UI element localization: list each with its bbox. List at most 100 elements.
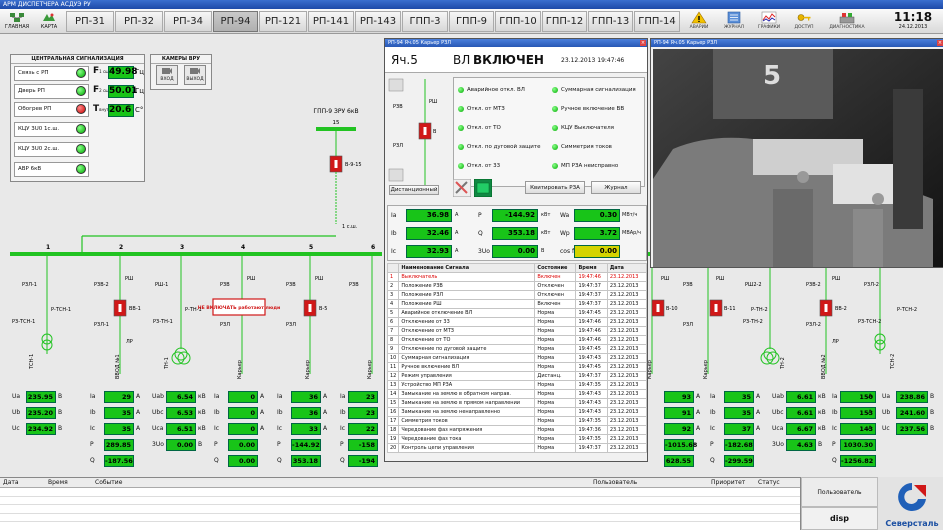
- log-col-status[interactable]: Статус: [758, 478, 780, 488]
- table-row[interactable]: 14 Замыкание на землю в обратном направ. Н…: [386, 389, 648, 399]
- tab-rp-94[interactable]: РП-94: [213, 11, 258, 32]
- table-row[interactable]: 15 Замыкание на землю в прямом направлени…: [386, 398, 648, 408]
- close-icon[interactable]: ×: [640, 40, 646, 46]
- tab-gpp-14[interactable]: ГПП-14: [634, 11, 680, 32]
- signal-table-column[interactable]: Состояние: [534, 263, 577, 273]
- protection-item: Откл. от МТЗ: [458, 105, 548, 113]
- measure-value: 6.51: [166, 423, 196, 435]
- tool-access[interactable]: ДОСТУП: [787, 10, 821, 33]
- protection-label: КЦУ Выключателя: [561, 125, 614, 131]
- camera-icon[interactable]: [388, 168, 404, 182]
- event-log: Дата Время Событие Пользователь Приорите…: [0, 477, 800, 530]
- label: Р-ТСН-2: [897, 307, 917, 313]
- label: РЗ-ТСН-2: [858, 319, 881, 325]
- measure-row: Uab 6.61 кВ: [770, 391, 828, 404]
- protection-item: Откл. от 33: [458, 162, 548, 170]
- table-row[interactable]: 17 Симметрия токов Норма 19:47:35 23.12.2013: [386, 416, 648, 426]
- measure-label: Ua: [12, 393, 21, 400]
- protection-item: МП РЗА неисправно: [552, 162, 644, 170]
- tab-gpp-13[interactable]: ГПП-13: [588, 11, 633, 32]
- table-cell: Норма: [534, 443, 577, 453]
- table-row[interactable]: 5 Аварийное отключение ВЛ Норма 19:47:45 23.…: [386, 308, 648, 318]
- tab-gpp-3[interactable]: ГПП-3: [402, 11, 448, 32]
- table-row[interactable]: 13 Устройство МП РЗА Норма 19:47:35 23.12.20…: [386, 380, 648, 390]
- cell-5-feeder: РЗВ РШ В-5 РЗЛ Карьер: [286, 256, 327, 379]
- camera-cell-digit: 5: [763, 61, 781, 91]
- measure-label: Q: [478, 230, 483, 237]
- acknowledge-button[interactable]: Квитировать РЗА: [525, 181, 585, 194]
- cell-window: РП-94 Яч.05 Карьер РЗЛ × Яч.5 ВЛ ВКЛЮЧЕН …: [384, 38, 648, 462]
- tab-rp-121[interactable]: РП-121: [259, 11, 307, 32]
- label: РШ: [315, 276, 323, 282]
- table-row[interactable]: 6 Отключение от 33 Норма 19:47:46 23.12.2013: [386, 317, 648, 327]
- tool-diagnostics[interactable]: ДИАГНОСТИКА: [824, 10, 870, 33]
- mode-remote-button[interactable]: Дистанционный: [389, 185, 439, 195]
- table-row[interactable]: 2 Положение РЗВ Отключен 19:47:37 23.12.2013: [386, 281, 648, 291]
- log-col-priority[interactable]: Приоритет: [711, 478, 745, 488]
- signal-table-column[interactable]: Дата: [606, 263, 648, 273]
- measure-value: 0.00: [228, 455, 258, 467]
- clock: 11:18 24.12.2013: [885, 10, 941, 33]
- tab-gpp-12[interactable]: ГПП-12: [542, 11, 587, 32]
- tool-journal[interactable]: ЖУРНАЛ: [717, 10, 751, 33]
- cell-10-feeder: РШ В-10 Карьер: [647, 256, 678, 379]
- tab-rp-31[interactable]: РП-31: [66, 11, 114, 32]
- measure-row: Ia 36 А: [275, 391, 333, 404]
- tab-rp-143[interactable]: РП-143: [355, 11, 401, 32]
- label: РШ: [832, 276, 840, 282]
- signal-table-column[interactable]: Наименование Сигнала: [398, 263, 536, 273]
- log-row[interactable]: [0, 488, 800, 497]
- camera-icon[interactable]: [388, 78, 404, 92]
- tool-alarms[interactable]: АВАРИИ: [682, 10, 716, 33]
- user-name[interactable]: disp: [801, 507, 878, 530]
- log-row[interactable]: [0, 505, 800, 514]
- table-row[interactable]: 10 Суммарная сигнализация Норма 19:47:43 23.…: [386, 353, 648, 363]
- label: РЗЛ-1: [94, 322, 109, 328]
- table-cell: Отключен: [534, 290, 577, 300]
- measure-value: 6.54: [166, 391, 196, 403]
- signal-table-column[interactable]: Время: [575, 263, 608, 273]
- measure-unit: В: [58, 425, 63, 432]
- table-row[interactable]: 8 Отключение от ТО Норма 19:47:46 23.12.2013: [386, 335, 648, 345]
- measure-label: Ic: [90, 425, 96, 432]
- close-icon[interactable]: ×: [937, 40, 943, 46]
- tab-gpp-10[interactable]: ГПП-10: [495, 11, 541, 32]
- table-cell: Положение РШ: [398, 299, 536, 309]
- cell-number-3: 3: [180, 244, 184, 251]
- table-row[interactable]: 19 Чередование фаз тока Норма 19:47:35 23.12…: [386, 434, 648, 444]
- measure-row: Ia 35 А: [708, 391, 766, 404]
- table-row[interactable]: 1 Выключатель Включен 19:47:46 23.12.2013: [386, 272, 648, 282]
- tab-rp-141[interactable]: РП-141: [308, 11, 354, 32]
- log-row[interactable]: [0, 514, 800, 522]
- table-row[interactable]: 4 Положение РШ Включен 19:47:37 23.12.2013: [386, 299, 648, 309]
- relay-icon[interactable]: [474, 179, 492, 197]
- table-row[interactable]: 12 Режим управления Дистанц. 19:47:37 23.12.…: [386, 371, 648, 381]
- table-row[interactable]: 7 Отключение от МТЗ Норма 19:47:46 23.12.201…: [386, 326, 648, 336]
- tab-rp-32[interactable]: РП-32: [115, 11, 163, 32]
- tool-graphs[interactable]: ГРАФИКИ: [752, 10, 786, 33]
- table-row[interactable]: 18 Чередование фаз напряжения Норма 19:47:3…: [386, 425, 648, 435]
- log-col-event[interactable]: Событие: [95, 478, 122, 488]
- signal-table-column[interactable]: [386, 263, 400, 273]
- nav-main-button[interactable]: ГЛАВНАЯ: [2, 10, 32, 33]
- tools-icon[interactable]: [453, 179, 471, 197]
- label: ВВ-1: [129, 306, 141, 312]
- log-col-date[interactable]: Дата: [3, 478, 19, 488]
- log-col-user[interactable]: Пользователь: [593, 478, 637, 488]
- journal-button[interactable]: Журнал: [591, 181, 641, 194]
- table-row[interactable]: 20 Контроль цепи управления Норма 19:47:37 2…: [386, 443, 648, 453]
- table-row[interactable]: 16 Замыкание на землю ненаправленно Норма 1…: [386, 407, 648, 417]
- table-row[interactable]: 3 Положение РЗЛ Отключен 19:47:37 23.12.2013: [386, 290, 648, 300]
- nav-map-button[interactable]: КАРТА: [34, 10, 64, 33]
- tab-gpp-9[interactable]: ГПП-9: [449, 11, 494, 32]
- log-col-time[interactable]: Время: [48, 478, 68, 488]
- measure-label: Ubc: [772, 409, 784, 416]
- table-row[interactable]: 9 Отключение по дуговой защите Норма 19:47:…: [386, 344, 648, 354]
- log-row[interactable]: [0, 497, 800, 505]
- table-cell: 23.12.2013: [606, 290, 648, 300]
- measure-label: Ic: [710, 425, 716, 432]
- table-row[interactable]: 11 Ручное включение ВЛ Норма 19:47:45 23.12.…: [386, 362, 648, 372]
- measure-value: -182.68: [724, 439, 754, 451]
- tab-rp-34[interactable]: РП-34: [164, 11, 212, 32]
- camera-window: РП-94 Яч.05 Карьер РЗЛ × 5: [650, 38, 943, 268]
